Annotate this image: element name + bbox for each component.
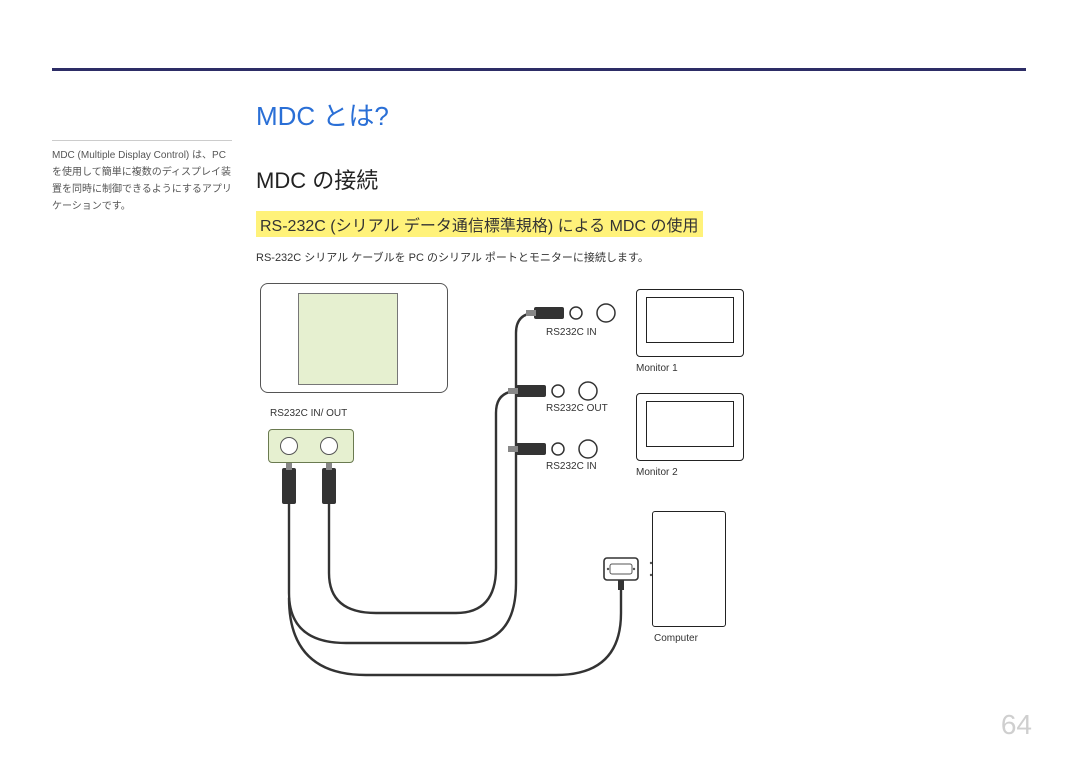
label-monitor-2: Monitor 2 [636, 467, 678, 478]
label-in-top: RS232C IN [546, 327, 597, 338]
connection-diagram: RS232C IN/ OUT RS232C IN RS232C OUT RS23… [256, 283, 796, 683]
label-monitor-1: Monitor 1 [636, 363, 678, 374]
main-content: MDC とは? MDC の接続 RS-232C (シリアル データ通信標準規格)… [256, 96, 1026, 683]
body-text: RS-232C シリアル ケーブルを PC のシリアル ポートとモニターに接続し… [256, 249, 1026, 265]
label-in-bottom: RS232C IN [546, 461, 597, 472]
section-title: MDC の接続 [256, 163, 1026, 195]
subsection-title: RS-232C (シリアル データ通信標準規格) による MDC の使用 [256, 211, 703, 237]
label-inout: RS232C IN/ OUT [270, 408, 347, 419]
computer-tower [652, 511, 726, 627]
label-computer: Computer [654, 633, 698, 644]
circuit-board-icon [298, 293, 398, 385]
monitor-1-screen [646, 297, 734, 343]
jack-in [280, 437, 298, 455]
header-rule [52, 68, 1026, 71]
label-out: RS232C OUT [546, 403, 608, 414]
page-title: MDC とは? [256, 96, 1026, 133]
monitor-2-screen [646, 401, 734, 447]
sidebar-note: MDC (Multiple Display Control) は、PC を使用し… [52, 140, 232, 215]
page-number: 64 [1001, 709, 1032, 741]
jack-out [320, 437, 338, 455]
